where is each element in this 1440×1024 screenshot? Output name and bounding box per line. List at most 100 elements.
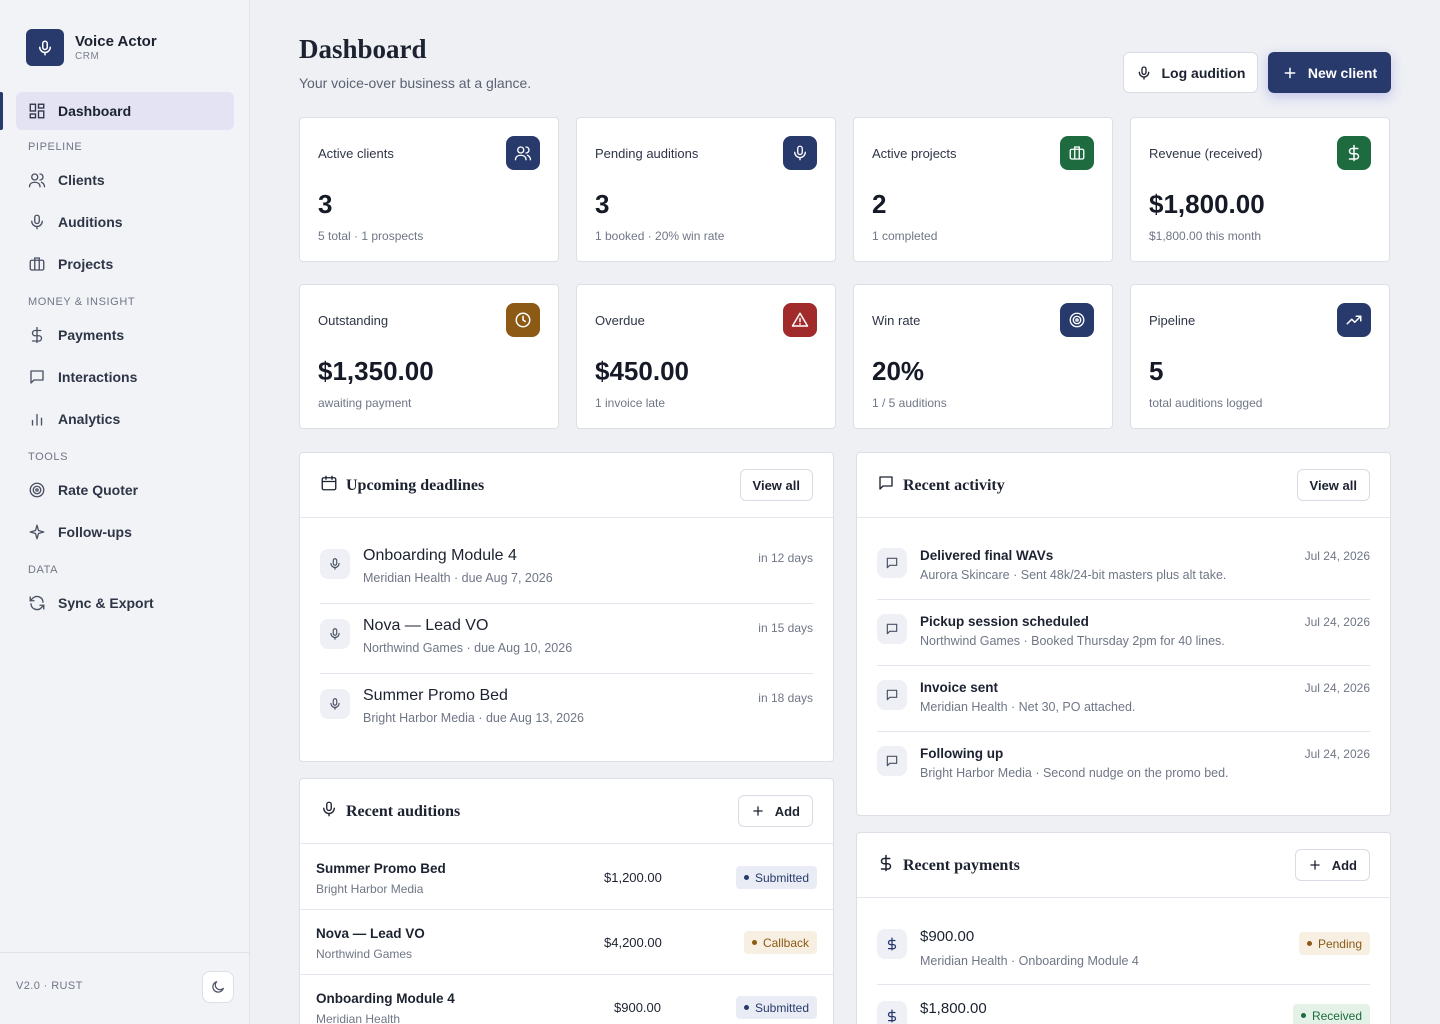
sidebar-item-sync[interactable]: Sync & Export: [16, 584, 234, 622]
stat-label: Overdue: [595, 313, 645, 328]
audition-row[interactable]: Nova — Lead VO Northwind Games $4,200.00…: [300, 910, 833, 975]
deadline-when: in 15 days: [758, 621, 813, 635]
new-client-button[interactable]: New client: [1268, 52, 1391, 93]
activity-subtitle: Meridian Health · Net 30, PO attached.: [920, 700, 1136, 714]
stat-note: 1 / 5 auditions: [872, 396, 947, 410]
message-icon: [877, 746, 907, 776]
page-subtitle: Your voice-over business at a glance.: [299, 75, 532, 91]
activity-subtitle: Aurora Skincare · Sent 48k/24-bit master…: [920, 568, 1227, 582]
sidebar-item-clients[interactable]: Clients: [16, 161, 234, 199]
panel-title: Recent activity: [903, 477, 1005, 494]
stat-card-pending-auditions[interactable]: Pending auditions 3 1 booked · 20% win r…: [576, 117, 836, 262]
users-icon: [28, 173, 46, 188]
audition-amount: $1,200.00: [604, 870, 662, 885]
stat-card-revenue[interactable]: Revenue (received) $1,800.00 $1,800.00 t…: [1130, 117, 1390, 262]
upcoming-deadlines-panel: Upcoming deadlines View all Onboarding M…: [299, 452, 834, 762]
panel-header: Recent payments Add: [857, 833, 1390, 898]
add-audition-button[interactable]: Add: [737, 795, 813, 827]
nav-section-money: MONEY & INSIGHT: [28, 296, 136, 308]
panel-header: Recent activity View all: [857, 453, 1390, 518]
mic-icon: [783, 136, 817, 170]
audition-client: Meridian Health: [316, 1012, 401, 1024]
activity-item[interactable]: Invoice sent Meridian Health · Net 30, P…: [877, 666, 1370, 732]
activity-subtitle: Bright Harbor Media · Second nudge on th…: [920, 766, 1229, 780]
sidebar-item-interactions[interactable]: Interactions: [16, 358, 234, 396]
deadline-item[interactable]: Nova — Lead VO Northwind Games · due Aug…: [320, 604, 813, 674]
deadline-when: in 12 days: [758, 551, 813, 565]
sidebar: Voice Actor CRM Dashboard PIPELINE Clien…: [0, 0, 250, 1024]
sidebar-item-auditions[interactable]: Auditions: [16, 203, 234, 241]
stat-card-win-rate[interactable]: Win rate 20% 1 / 5 auditions: [853, 284, 1113, 429]
stat-card-outstanding[interactable]: Outstanding $1,350.00 awaiting payment: [299, 284, 559, 429]
dollar-icon: [877, 929, 907, 959]
audition-amount: $4,200.00: [604, 935, 662, 950]
stat-note: total auditions logged: [1149, 396, 1263, 410]
new-client-label: New client: [1307, 64, 1378, 81]
audition-title: Summer Promo Bed: [316, 861, 446, 876]
stat-value: 3: [318, 189, 333, 219]
sidebar-item-label: Interactions: [58, 369, 138, 385]
stat-value: 20%: [872, 356, 925, 386]
payment-item[interactable]: $900.00 Meridian Health · Onboarding Mod…: [877, 913, 1370, 985]
recent-auditions-panel: Recent auditions Add Summer Promo Bed Br…: [299, 778, 834, 1024]
brand-subtitle: CRM: [75, 50, 100, 62]
sidebar-item-followups[interactable]: Follow-ups: [16, 513, 234, 551]
dollar-icon: [31, 326, 43, 344]
nav-section-pipeline: PIPELINE: [28, 141, 83, 153]
audition-row[interactable]: Onboarding Module 4 Meridian Health $900…: [300, 975, 833, 1024]
dollar-icon: [880, 854, 892, 872]
message-icon: [30, 370, 44, 384]
stat-label: Outstanding: [318, 313, 389, 328]
briefcase-icon: [29, 257, 45, 271]
mic-icon: [1138, 65, 1149, 80]
activity-item[interactable]: Following up Bright Harbor Media · Secon…: [877, 732, 1370, 798]
activity-item[interactable]: Delivered final WAVs Aurora Skincare · S…: [877, 534, 1370, 600]
activity-subtitle: Northwind Games · Booked Thursday 2pm fo…: [920, 634, 1225, 648]
alert-icon: [783, 303, 817, 337]
mic-icon: [320, 549, 350, 579]
deadline-subtitle: Meridian Health · due Aug 7, 2026: [363, 571, 553, 585]
deadline-item[interactable]: Summer Promo Bed Bright Harbor Media · d…: [320, 674, 813, 744]
deadline-item[interactable]: Onboarding Module 4 Meridian Health · du…: [320, 534, 813, 604]
theme-toggle-button[interactable]: [202, 971, 234, 1003]
sidebar-item-analytics[interactable]: Analytics: [16, 400, 234, 438]
main-content: Dashboard Your voice-over business at a …: [250, 0, 1440, 1024]
sidebar-item-label: Payments: [58, 327, 125, 343]
version-label: V2.0 · RUST: [16, 980, 83, 992]
panel-header: Recent auditions Add: [300, 779, 833, 844]
stat-label: Active clients: [318, 146, 394, 161]
audition-client: Bright Harbor Media: [316, 882, 424, 896]
recent-activity-panel: Recent activity View all Delivered final…: [856, 452, 1391, 816]
sidebar-item-payments[interactable]: Payments: [16, 316, 234, 354]
deadline-title: Onboarding Module 4: [363, 547, 517, 564]
view-all-activity-button[interactable]: View all: [1296, 469, 1370, 501]
activity-item[interactable]: Pickup session scheduled Northwind Games…: [877, 600, 1370, 666]
activity-title: Pickup session scheduled: [920, 614, 1089, 629]
stat-card-active-projects[interactable]: Active projects 2 1 completed: [853, 117, 1113, 262]
audition-row[interactable]: Summer Promo Bed Bright Harbor Media $1,…: [300, 845, 833, 910]
stat-note: 1 booked · 20% win rate: [595, 229, 725, 243]
sidebar-item-label: Auditions: [58, 214, 123, 230]
plus-icon: [752, 806, 763, 816]
sidebar-item-dashboard[interactable]: Dashboard: [16, 92, 234, 130]
payment-item[interactable]: $1,800.00 Received: [877, 985, 1370, 1024]
stat-card-pipeline[interactable]: Pipeline 5 total auditions logged: [1130, 284, 1390, 429]
users-icon: [506, 136, 540, 170]
stat-card-overdue[interactable]: Overdue $450.00 1 invoice late: [576, 284, 836, 429]
panel-header: Upcoming deadlines View all: [300, 453, 833, 518]
calendar-icon: [321, 475, 337, 491]
payment-amount: $1,800.00: [920, 1000, 987, 1017]
sidebar-item-rate-quoter[interactable]: Rate Quoter: [16, 471, 234, 509]
deadline-subtitle: Northwind Games · due Aug 10, 2026: [363, 641, 573, 655]
status-text: Submitted: [754, 870, 809, 885]
sidebar-footer: V2.0 · RUST: [0, 952, 250, 1024]
brand: Voice Actor CRM: [26, 29, 157, 66]
sidebar-nav: Dashboard PIPELINE Clients Auditions Pro…: [0, 92, 250, 626]
stat-card-active-clients[interactable]: Active clients 3 5 total · 1 prospects: [299, 117, 559, 262]
brand-logo-mic-icon: [26, 29, 64, 66]
sidebar-item-projects[interactable]: Projects: [16, 245, 234, 283]
add-label: Add: [1331, 857, 1357, 873]
log-audition-button[interactable]: Log audition: [1123, 52, 1258, 93]
add-payment-button[interactable]: Add: [1294, 849, 1370, 881]
view-all-deadlines-button[interactable]: View all: [739, 469, 813, 501]
